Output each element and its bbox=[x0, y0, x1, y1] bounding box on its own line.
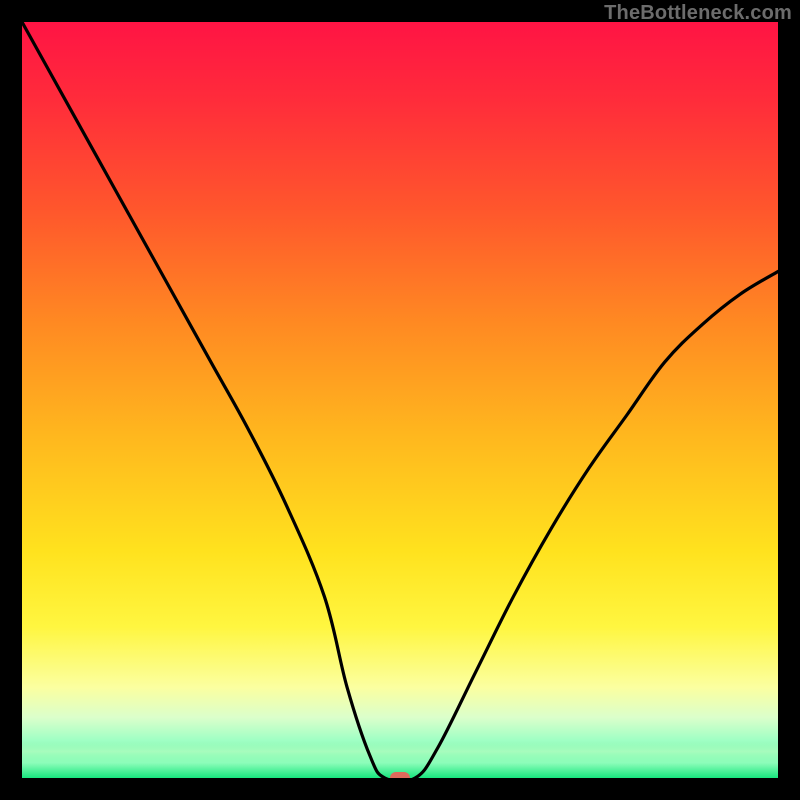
plot-area bbox=[22, 22, 778, 778]
bottleneck-curve-path bbox=[22, 22, 778, 778]
bottleneck-chart: TheBottleneck.com bbox=[0, 0, 800, 800]
optimal-point-marker bbox=[390, 772, 410, 778]
curve-svg bbox=[22, 22, 778, 778]
